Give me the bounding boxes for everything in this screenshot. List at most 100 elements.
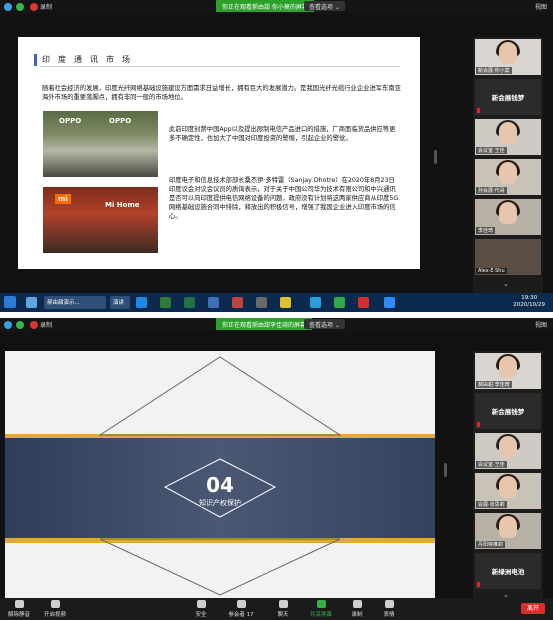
gallery-resize-handle[interactable] [434,150,437,164]
video-gallery: 郝由甜·李佳琦 新会展钱梦 会议室·王佳 会展·张思莉 丹阳特推莉 新绿洲电池 … [473,351,543,599]
leave-meeting-button[interactable]: 离开 [521,603,545,614]
taskbar-window-2[interactable]: 演讲 [110,296,130,309]
participant-face [499,202,517,224]
participant-face [499,476,517,498]
screenshot-bottom: 录制 你正在观看郝由甜李佳琦的屏幕 查看选项 ⌄ 视图 04 知识产权保护 郝由… [0,318,553,620]
record-label: 录制 [40,4,53,11]
chat-label: 聊天 [277,612,289,618]
participant-tile-5[interactable]: 李佳琦 [475,199,541,235]
security-button[interactable]: 安全 [184,600,218,618]
clock-time: 19:30 [521,295,538,301]
unmute-label: 解除静音 [7,612,30,618]
participants-icon [236,600,246,608]
view-options-button[interactable]: 查看选项 ⌄ [304,1,345,11]
start-video-button[interactable]: 开启视频 [38,600,72,618]
zoom-icon[interactable] [384,297,395,308]
share-screen-label: 共享屏幕 [309,612,332,618]
start-icon[interactable] [4,296,16,308]
chat-icon [278,600,288,608]
info-icon[interactable] [4,321,12,329]
share-screen-icon [316,600,326,608]
excel-icon[interactable] [184,297,195,308]
view-button[interactable]: 视图 [535,320,547,329]
wechat-icon[interactable] [160,297,171,308]
taskbar-window-1[interactable]: 郝由甜演示... [44,296,106,309]
windows-taskbar: 郝由甜演示... 演讲 19:30 2020/10/29 [0,293,553,312]
section-title: 知识产权保护 [199,499,241,507]
app-icon-7[interactable] [358,297,369,308]
security-shield-icon [196,600,206,608]
participant-tile-1[interactable]: 新会展·你小莫 [475,39,541,75]
view-button[interactable]: 视图 [535,2,547,11]
chevron-down-icon[interactable]: ⌄ [503,280,509,288]
mi-logo: mi [55,194,71,204]
mi-home-sign: Mi Home [105,201,140,209]
participant-tile-5[interactable]: 丹阳特推莉 [475,513,541,549]
record-dot-icon [30,3,38,11]
participant-tile-4[interactable]: 孙会展·代哥 [475,159,541,195]
oppo-store-photo: OPPO OPPO [43,111,158,177]
clock-date: 2020/10/29 [513,302,545,308]
participant-tile-1[interactable]: 郝由甜·李佳琦 [475,353,541,389]
app-icon-6[interactable] [334,297,345,308]
ie-icon[interactable] [136,297,147,308]
sharing-banner: 你正在观看郝由甜李佳琦的屏幕 [216,318,313,330]
system-clock[interactable]: 19:30 2020/10/29 [513,295,545,309]
participant-name: 郝由甜·李佳琦 [476,381,512,388]
app-icon-2[interactable] [208,297,219,308]
gallery-resize-handle[interactable] [444,463,447,477]
meeting-top-bar: 录制 你正在观看郝由甜李佳琦的屏幕 查看选项 ⌄ 视图 [0,318,553,332]
participant-tile-3[interactable]: 会议室·王佳 [475,433,541,469]
meeting-controls: 解除静音 开启视频 安全 参会者 17 聊天 共享屏幕 录制 表情 离开 [0,598,553,620]
participant-name: 会议室·王佳 [476,461,507,468]
app-icon-3[interactable] [256,297,267,308]
info-icon[interactable] [4,3,12,11]
mi-home-store-photo: mi Mi Home [43,187,158,253]
participant-face [499,516,517,538]
reactions-button[interactable]: 表情 [372,600,406,618]
participant-face [499,162,517,184]
participant-name-large: 新会展钱梦 [491,94,525,102]
triangle-top [98,356,342,436]
shared-slide: 04 知识产权保护 [5,351,435,601]
participant-tile-6[interactable]: Alex·E·Shu [475,239,541,275]
participants-button[interactable]: 参会者 17 [224,600,258,618]
shield-icon[interactable] [16,321,24,329]
participant-name: Alex·E·Shu [476,268,507,274]
screenshot-top: 录制 你正在观看郝由甜 你小莫的屏幕 查看选项 ⌄ 视图 印度通讯市场 随着社会… [0,0,553,312]
participant-face [499,122,517,144]
muted-mic-icon [477,422,480,427]
participant-name: 丹阳特推莉 [476,541,506,548]
participant-name-large: 新绿洲电池 [491,568,525,576]
participant-face [499,356,517,378]
view-options-button[interactable]: 查看选项 ⌄ [304,319,345,329]
oppo-sign: OPPO [59,117,82,125]
start-video-label: 开启视频 [43,612,66,618]
app-icon[interactable] [26,297,37,308]
app-icon-5[interactable] [310,297,321,308]
participant-tile-4[interactable]: 会展·张思莉 [475,473,541,509]
record-button[interactable]: 录制 [340,600,374,618]
smiley-icon [384,600,394,608]
participant-tile-6[interactable]: 新绿洲电池 [475,553,541,589]
app-icon-4[interactable] [280,297,291,308]
slide-title: 印度通讯市场 [42,55,138,64]
sharing-banner: 你正在观看郝由甜 你小莫的屏幕 [216,0,314,12]
participant-tile-2[interactable]: 新会展钱梦 [475,393,541,429]
ppt-icon[interactable] [232,297,243,308]
muted-mic-icon [477,582,480,587]
slide-intro: 随着社会经济的发展，印度光纤网络基础设施建设方面需求日益增长，拥有巨大的发展潜力… [42,85,401,101]
unmute-button[interactable]: 解除静音 [2,600,36,618]
record-button-label: 录制 [351,612,363,618]
participants-label: 参会者 [228,612,245,618]
participant-tile-2[interactable]: 新会展钱梦 [475,79,541,115]
participant-name: 新会展·你小莫 [476,67,512,74]
oppo-sign-2: OPPO [109,117,132,125]
slide-paragraph-1: 此前印度封禁中国App以及提出限制电信产品进口的措施，厂商面临货品供应等更多不确… [169,126,396,142]
share-screen-button[interactable]: 共享屏幕 [304,600,338,618]
shield-icon[interactable] [16,3,24,11]
chat-button[interactable]: 聊天 [266,600,300,618]
participant-face [499,42,517,64]
participant-tile-3[interactable]: 会议室 王佳 [475,119,541,155]
participant-face [499,436,517,458]
